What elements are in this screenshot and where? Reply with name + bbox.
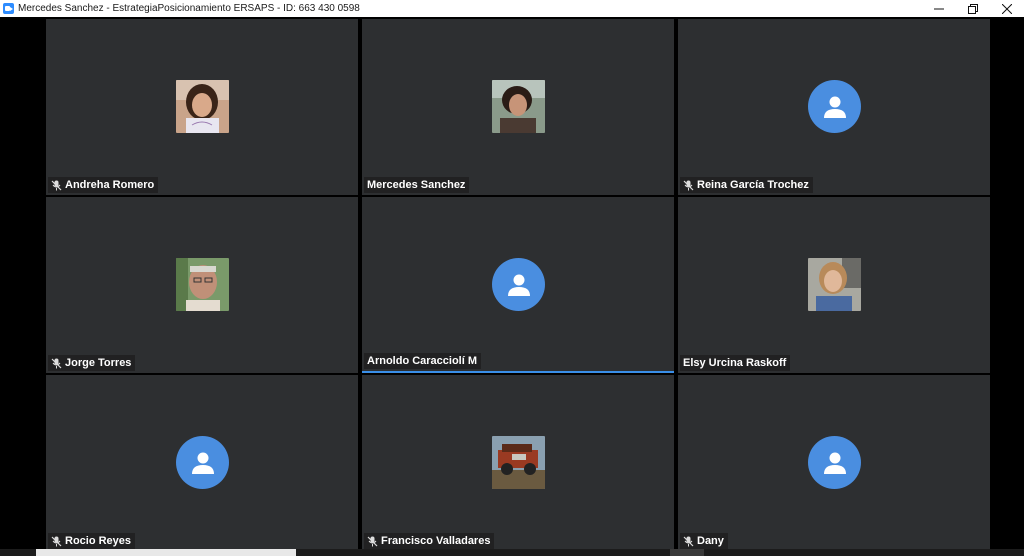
participant-name-label: Elsy Urcina Raskoff [680, 355, 791, 371]
participant-name: Rocio Reyes [65, 535, 132, 547]
participant-name-label: Dany [680, 533, 728, 549]
close-icon [1002, 3, 1012, 14]
taskbar-segment [670, 549, 704, 556]
participant-name: Jorge Torres [65, 357, 132, 369]
participant-name: Dany [697, 535, 724, 547]
muted-mic-icon [51, 536, 62, 547]
participant-tile[interactable]: Jorge Torres [46, 197, 358, 373]
participant-name-label: Mercedes Sanchez [364, 177, 470, 193]
muted-mic-icon [683, 536, 694, 547]
participant-photo [176, 80, 229, 133]
default-user-icon [808, 436, 861, 489]
muted-mic-icon [683, 180, 694, 191]
taskbar-segment [36, 549, 296, 556]
participant-tile-active-speaker[interactable]: Arnoldo Caracciolí M [362, 197, 674, 373]
close-button[interactable] [990, 0, 1024, 17]
default-user-icon [176, 436, 229, 489]
participant-name-label: Jorge Torres [48, 355, 136, 371]
participant-tile[interactable]: Elsy Urcina Raskoff [678, 197, 990, 373]
participant-photo [492, 436, 545, 489]
zoom-app-icon [3, 3, 14, 14]
taskbar-edge [0, 549, 1024, 556]
participant-photo [492, 80, 545, 133]
participant-tile[interactable]: Rocio Reyes [46, 375, 358, 551]
participant-name: Andreha Romero [65, 179, 155, 191]
muted-mic-icon [51, 358, 62, 369]
participant-tile[interactable]: Andreha Romero [46, 19, 358, 195]
participant-name-label: Arnoldo Caracciolí M [364, 353, 482, 369]
participant-name: Francisco Valladares [381, 535, 491, 547]
restore-button[interactable] [956, 0, 990, 17]
minimize-icon [934, 4, 944, 14]
restore-icon [968, 3, 978, 14]
muted-mic-icon [51, 180, 62, 191]
participant-photo [808, 258, 861, 311]
muted-mic-icon [367, 536, 378, 547]
default-user-icon [808, 80, 861, 133]
gallery-view: Andreha Romero Mercedes Sanchez Reina Ga… [0, 17, 1024, 556]
default-user-icon [492, 258, 545, 311]
participant-tile[interactable]: Reina García Trochez [678, 19, 990, 195]
participant-tile[interactable]: Francisco Valladares [362, 375, 674, 551]
participant-name: Arnoldo Caracciolí M [367, 355, 478, 367]
participant-name-label: Rocio Reyes [48, 533, 136, 549]
participant-name: Mercedes Sanchez [367, 179, 466, 191]
participant-name-label: Andreha Romero [48, 177, 159, 193]
participant-name-label: Francisco Valladares [364, 533, 495, 549]
window-title: Mercedes Sanchez - EstrategiaPosicionami… [18, 3, 360, 14]
participant-name-label: Reina García Trochez [680, 177, 813, 193]
window-titlebar: Mercedes Sanchez - EstrategiaPosicionami… [0, 0, 1024, 17]
minimize-button[interactable] [922, 0, 956, 17]
participant-tile[interactable]: Dany [678, 375, 990, 551]
window-controls [922, 0, 1024, 17]
participant-tile[interactable]: Mercedes Sanchez [362, 19, 674, 195]
participant-name: Elsy Urcina Raskoff [683, 357, 787, 369]
participant-photo [176, 258, 229, 311]
participant-name: Reina García Trochez [697, 179, 809, 191]
